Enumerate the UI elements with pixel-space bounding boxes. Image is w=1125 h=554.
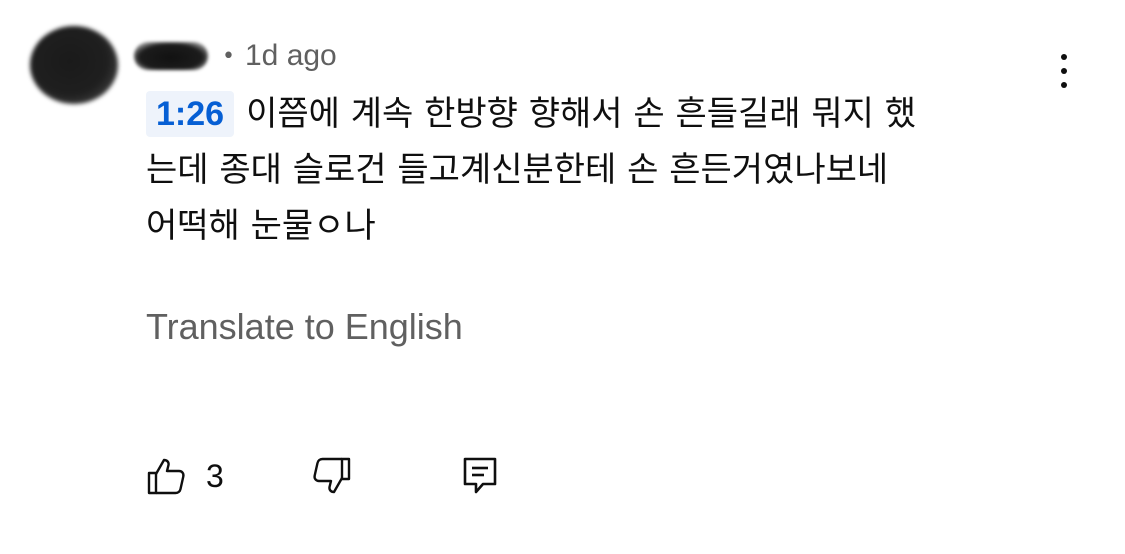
like-button[interactable]: 3 (146, 456, 224, 496)
separator-dot: • (222, 43, 235, 69)
dislike-button[interactable] (312, 456, 352, 496)
like-count: 3 (206, 457, 224, 494)
comment-actions: 3 (146, 454, 498, 498)
thumbs-up-icon (147, 458, 185, 495)
author-name-redacted[interactable] (134, 42, 208, 70)
avatar[interactable] (30, 26, 118, 104)
comment-reply-icon (463, 457, 497, 494)
more-vertical-icon[interactable] (1059, 54, 1069, 88)
thumbs-down-icon (313, 457, 350, 494)
comment-text-line-1: 이쯤에 계속 한방향 향해서 손 흔들길래 뭐지 했 (246, 94, 917, 134)
timestamp-link[interactable]: 1:26 (146, 91, 235, 137)
menu-dot (1061, 82, 1067, 88)
translate-button[interactable]: Translate to English (146, 306, 463, 348)
menu-dot (1061, 68, 1067, 74)
comment-header: • 1d ago (134, 36, 337, 76)
comment-text-line-3: 어떡해 눈물ㅇ나 (146, 206, 376, 246)
comment-text: 1:26 이쯤에 계속 한방향 향해서 손 흔들길래 뭐지 했 는데 종대 슬로건… (146, 86, 1046, 254)
comment-text-line-2: 는데 종대 슬로건 들고계신분한테 손 흔든거였나보네 (146, 150, 889, 190)
reply-button[interactable] (462, 456, 498, 496)
comment-time: 1d ago (244, 39, 337, 72)
menu-dot (1061, 54, 1067, 60)
comment-line-1: 1:26 이쯤에 계속 한방향 향해서 손 흔들길래 뭐지 했 (146, 86, 1046, 142)
comment: • 1d ago 1:26 이쯤에 계속 한방향 향해서 손 흔들길래 뭐지 했 … (0, 0, 1125, 554)
